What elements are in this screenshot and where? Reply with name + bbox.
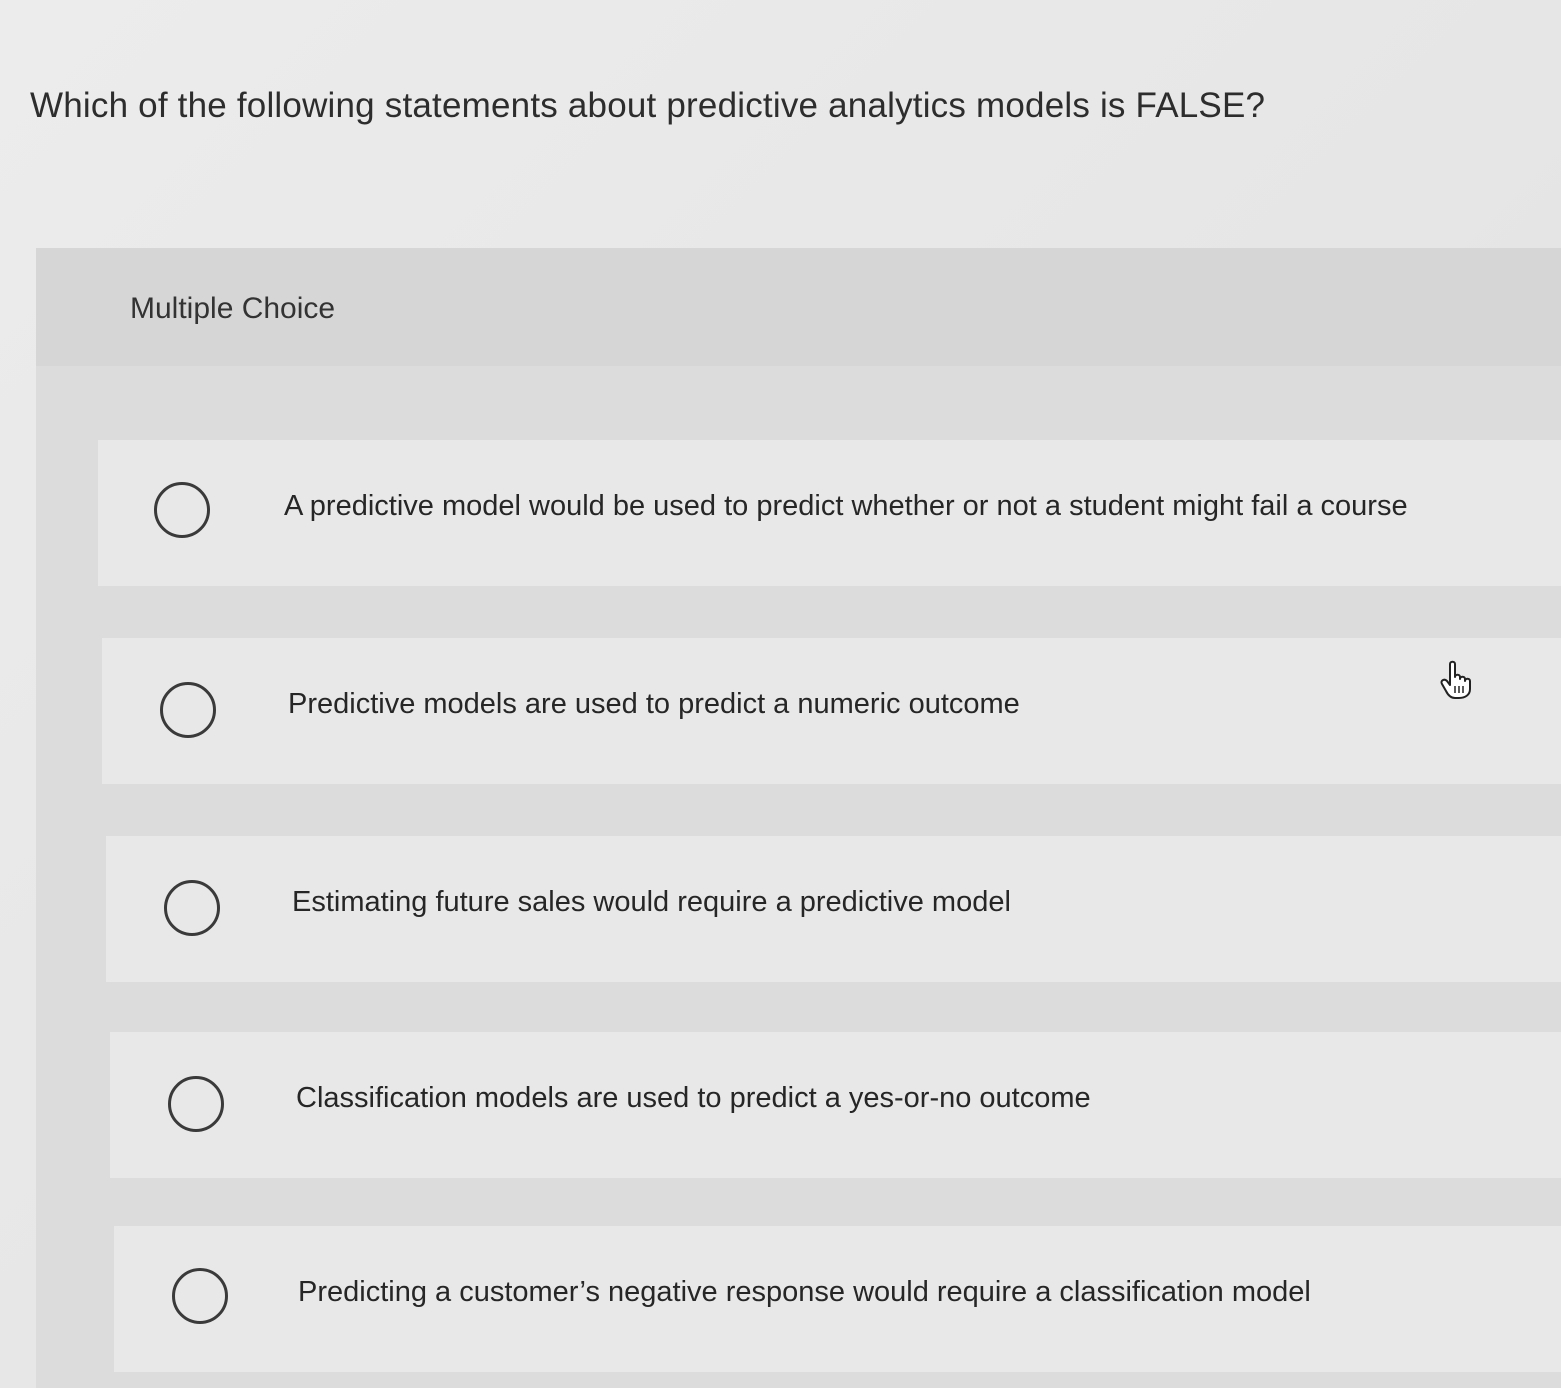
choice-option-1[interactable]: A predictive model would be used to pred…: [98, 440, 1561, 586]
choice-option-1-label: A predictive model would be used to pred…: [284, 490, 1408, 522]
radio-unselected-icon[interactable]: [164, 880, 220, 936]
choice-option-3[interactable]: Estimating future sales would require a …: [106, 836, 1561, 982]
choice-option-4-label: Classification models are used to predic…: [296, 1082, 1091, 1114]
multiple-choice-label: Multiple Choice: [130, 292, 336, 325]
choice-option-2[interactable]: Predictive models are used to predict a …: [102, 638, 1561, 784]
choice-option-4[interactable]: Classification models are used to predic…: [110, 1032, 1561, 1178]
multiple-choice-panel: Multiple Choice A predictive model would…: [36, 248, 1561, 1388]
radio-unselected-icon[interactable]: [160, 682, 216, 738]
hand-pointer-icon: [1440, 660, 1471, 699]
panel-header: Multiple Choice: [36, 248, 1561, 366]
choice-option-5[interactable]: Predicting a customer’s negative respons…: [114, 1226, 1561, 1372]
choice-option-5-label: Predicting a customer’s negative respons…: [298, 1276, 1311, 1308]
radio-unselected-icon[interactable]: [172, 1268, 228, 1324]
radio-unselected-icon[interactable]: [168, 1076, 224, 1132]
choice-option-2-label: Predictive models are used to predict a …: [288, 688, 1020, 720]
radio-unselected-icon[interactable]: [154, 482, 210, 538]
choice-option-3-label: Estimating future sales would require a …: [292, 886, 1011, 918]
top-strip-cropped: [0, 0, 1561, 14]
question-text: Which of the following statements about …: [30, 86, 1266, 125]
